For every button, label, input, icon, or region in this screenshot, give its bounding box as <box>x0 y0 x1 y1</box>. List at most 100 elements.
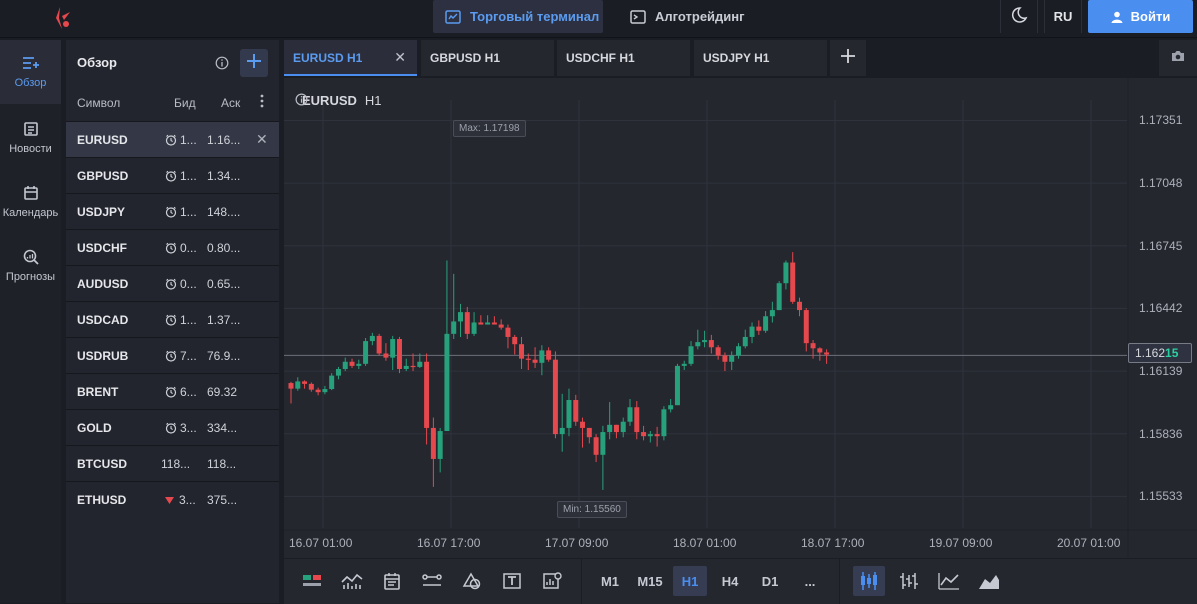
candle-body <box>437 431 443 459</box>
theme-toggle-button[interactable] <box>1000 0 1038 33</box>
sidebar-item-calendar[interactable]: Календарь <box>0 184 61 219</box>
close-icon[interactable]: ✕ <box>256 131 268 148</box>
candle-body <box>566 400 572 428</box>
tab-gbpusd[interactable]: GBPUSD H1 <box>421 40 554 76</box>
row-ask: 0.80... <box>207 241 241 255</box>
candles-chart-type-icon[interactable] <box>853 566 885 596</box>
candle-body <box>430 427 436 459</box>
watchlist-row-usdcad[interactable]: USDCAD 1... 1.37... <box>66 301 279 337</box>
candle-body <box>349 361 355 366</box>
candle-body <box>593 437 599 455</box>
candle-body <box>797 301 802 311</box>
info-icon[interactable] <box>215 56 229 75</box>
row-symbol: GBPUSD <box>77 169 129 183</box>
nav-algotrading[interactable]: Алготрейдинг <box>618 0 778 33</box>
watchlist-row-gbpusd[interactable]: GBPUSD 1... 1.34... <box>66 157 279 193</box>
sidebar-item-forecasts[interactable]: Прогнозы <box>0 248 61 283</box>
line-studies-icon[interactable] <box>336 566 368 596</box>
candle-body <box>702 340 708 343</box>
candle-body <box>288 383 294 389</box>
timeframe-h4[interactable]: H4 <box>713 566 747 596</box>
watchlist-row-eurusd[interactable]: EURUSD 1... 1.16... ✕ <box>66 121 279 157</box>
nav-trading-terminal[interactable]: Торговый терминал <box>433 0 603 33</box>
row-bid: 7... <box>165 349 197 363</box>
row-symbol: EURUSD <box>77 133 128 147</box>
row-bid-value: 3... <box>179 493 196 507</box>
candle-body <box>546 350 552 360</box>
tab-label: EURUSD H1 <box>293 51 363 65</box>
x-tick-label: 19.07 09:00 <box>929 536 993 550</box>
candle-body <box>390 339 396 358</box>
tab-eurusd[interactable]: EURUSD H1 ✕ <box>284 40 417 76</box>
candlestick-chart-svg[interactable] <box>284 78 1197 558</box>
sidebar-item-label: Прогнозы <box>5 271 56 283</box>
watchlist-panel: Обзор Символ Бид Аск EURUSD 1... 1.16... ✕ G… <box>66 40 279 603</box>
row-bid-value: 0... <box>180 241 197 255</box>
watchlist-row-usdrub[interactable]: USDRUB 7... 76.9... <box>66 337 279 373</box>
screenshot-button[interactable] <box>1159 40 1197 76</box>
area-chart-type-icon[interactable] <box>973 566 1005 596</box>
row-bid: 1... <box>165 169 197 183</box>
events-calendar-icon[interactable] <box>376 566 408 596</box>
tab-label: USDJPY H1 <box>703 51 770 65</box>
timeframe-h1[interactable]: H1 <box>673 566 707 596</box>
tab-usdjpy[interactable]: USDJPY H1 <box>694 40 827 76</box>
candle-body <box>369 335 375 342</box>
watchlist-row-audusd[interactable]: AUDUSD 0... 0.65... <box>66 265 279 301</box>
row-bid: 1... <box>165 313 197 327</box>
watchlist-columns: Символ Бид Аск <box>66 86 279 121</box>
candle-body <box>661 409 667 437</box>
timeframe-m1[interactable]: M1 <box>593 566 627 596</box>
left-sidebar: Обзор Новости Календарь Прогнозы <box>0 40 61 603</box>
tab-usdchf[interactable]: USDCHF H1 <box>557 40 690 76</box>
watchlist-row-ethusd[interactable]: ETHUSD 3... 375... <box>66 481 279 517</box>
watchlist-row-usdchf[interactable]: USDCHF 0... 0.80... <box>66 229 279 265</box>
clock-icon <box>165 170 177 182</box>
watchlist-row-usdjpy[interactable]: USDJPY 1... 148.... <box>66 193 279 229</box>
sidebar-item-news[interactable]: Новости <box>0 120 61 155</box>
add-tab-button[interactable] <box>830 40 866 76</box>
watchlist-row-brent[interactable]: BRENT 6... 69.32 <box>66 373 279 409</box>
moon-icon <box>1010 6 1028 27</box>
sidebar-item-overview[interactable]: Обзор <box>0 40 61 104</box>
candle-body <box>681 363 687 366</box>
row-ask: 148.... <box>207 205 241 219</box>
shapes-icon[interactable] <box>456 566 488 596</box>
y-tick-label: 1.16442 <box>1139 301 1183 316</box>
candle-body <box>695 342 701 347</box>
timeframe-m15[interactable]: M15 <box>633 566 667 596</box>
row-ask: 1.16... <box>207 133 241 147</box>
more-vertical-icon[interactable] <box>260 94 264 111</box>
candle-body <box>498 324 504 328</box>
add-symbol-button[interactable] <box>240 49 268 77</box>
price-chart[interactable]: EURUSD H1 1.17351 1.17048 1.16745 1.16442 1.… <box>284 78 1197 558</box>
brand-logo-icon[interactable] <box>48 4 74 32</box>
x-tick-label: 20.07 01:00 <box>1057 536 1121 550</box>
row-bid: 3... <box>165 493 196 507</box>
watchlist-row-gold[interactable]: GOLD 3... 334... <box>66 409 279 445</box>
candle-body <box>688 346 694 364</box>
row-bid-value: 0... <box>180 277 197 291</box>
close-icon[interactable]: ✕ <box>394 49 406 66</box>
candle-body <box>647 434 653 437</box>
timeframe-d1[interactable]: D1 <box>753 566 787 596</box>
y-tick-label: 1.17048 <box>1139 176 1183 191</box>
candle-body <box>315 389 321 393</box>
candle-body <box>817 348 823 353</box>
trend-line-icon[interactable] <box>416 566 448 596</box>
bars-chart-type-icon[interactable] <box>893 566 925 596</box>
candle-body <box>742 336 748 347</box>
login-button[interactable]: Войти <box>1088 0 1193 33</box>
language-button[interactable]: RU <box>1044 0 1082 33</box>
watchlist-row-btcusd[interactable]: BTCUSD 118... 118... <box>66 445 279 481</box>
row-ask: 334... <box>207 421 238 435</box>
candle-body <box>403 365 409 369</box>
y-tick-label: 1.16745 <box>1139 238 1183 253</box>
timeframe-more[interactable]: ... <box>793 566 827 596</box>
current-price-tag: 1.162 15 <box>1128 343 1192 363</box>
price-tag-highlight: 15 <box>1165 346 1179 360</box>
line-chart-type-icon[interactable] <box>933 566 965 596</box>
indicators-icon[interactable] <box>296 566 328 596</box>
text-tool-icon[interactable] <box>496 566 528 596</box>
chart-settings-icon[interactable] <box>536 566 568 596</box>
